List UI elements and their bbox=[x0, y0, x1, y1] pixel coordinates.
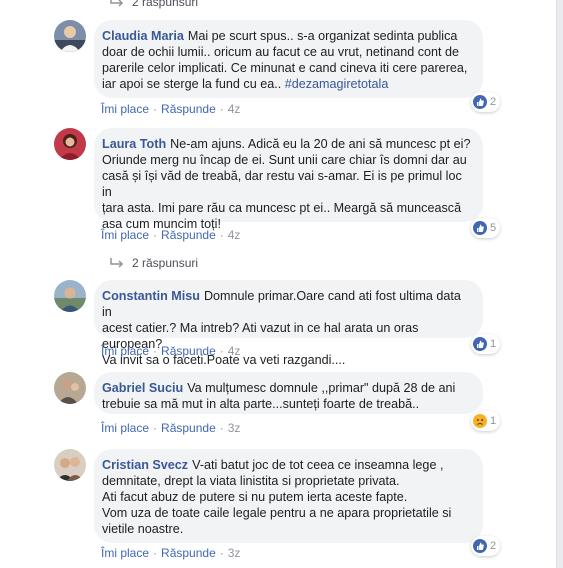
comment-timestamp[interactable]: 3z bbox=[228, 421, 241, 435]
comment-text-line: demnitate, drept la viata linistita si p… bbox=[102, 474, 400, 488]
sad-icon bbox=[473, 414, 487, 428]
like-button[interactable]: Îmi place bbox=[101, 228, 149, 242]
reply-button[interactable]: Răspunde bbox=[161, 546, 216, 560]
comment-text-line: parerile celor implicati. Ce minunat e c… bbox=[102, 61, 468, 75]
comment-text-line: Ne-am ajuns. Adică eu la 20 de ani să mu… bbox=[170, 137, 471, 151]
comment-bubble: Gabriel Suciu Va mulțumesc domnule ,,prim… bbox=[94, 372, 483, 414]
replies-label: 2 răspunsuri bbox=[132, 256, 199, 270]
reply-button[interactable]: Răspunde bbox=[161, 228, 216, 242]
comment-author[interactable]: Gabriel Suciu bbox=[102, 381, 183, 395]
comment-author[interactable]: Laura Toth bbox=[102, 137, 166, 151]
avatar[interactable] bbox=[54, 128, 86, 160]
comment-actions: Îmi place · Răspunde · 3z bbox=[101, 421, 241, 435]
reply-button[interactable]: Răspunde bbox=[161, 344, 216, 358]
hashtag-link[interactable]: #dezamagiretotala bbox=[285, 77, 389, 91]
comment-timestamp[interactable]: 4z bbox=[228, 344, 241, 358]
comment-text-line: casă și își văd de treabă, dar restu vai… bbox=[102, 169, 462, 199]
like-icon bbox=[473, 95, 487, 109]
like-button[interactable]: Îmi place bbox=[101, 102, 149, 116]
reply-arrow-icon bbox=[110, 0, 124, 7]
avatar[interactable] bbox=[54, 280, 86, 312]
reaction-count[interactable]: 1 bbox=[471, 411, 501, 431]
comment-text-line: Mai pe scurt spus.. s-a organizat sedint… bbox=[187, 29, 458, 43]
like-icon bbox=[473, 539, 487, 553]
like-icon bbox=[473, 337, 487, 351]
comment-actions: Îmi place · Răspunde · 4z bbox=[101, 228, 241, 242]
comment-author[interactable]: Constantin Misu bbox=[102, 289, 200, 303]
comment-text-line: Va mulțumesc domnule ,,primar" după 28 d… bbox=[187, 381, 456, 395]
comment-text-line: vietile noastre. bbox=[102, 522, 184, 536]
comment-author[interactable]: Claudia Maria bbox=[102, 29, 184, 43]
avatar[interactable] bbox=[54, 372, 86, 404]
page-scrollbar-edge bbox=[556, 0, 563, 568]
comment-text-line: iar apoi se sterge la fund cu ea.. bbox=[102, 77, 285, 91]
reply-arrow-icon bbox=[110, 258, 124, 268]
like-button[interactable]: Îmi place bbox=[101, 421, 149, 435]
reaction-count[interactable]: 2 bbox=[471, 92, 501, 112]
replies-label: 2 răspunsuri bbox=[132, 0, 199, 9]
like-button[interactable]: Îmi place bbox=[101, 344, 149, 358]
reply-button[interactable]: Răspunde bbox=[161, 102, 216, 116]
reaction-count[interactable]: 1 bbox=[471, 334, 501, 354]
comment-bubble: Cristian Svecz V-ati batut joc de tot cee… bbox=[94, 449, 483, 543]
comment-actions: Îmi place · Răspunde · 3z bbox=[101, 546, 241, 560]
comment-bubble: Claudia Maria Mai pe scurt spus.. s-a org… bbox=[94, 20, 483, 98]
comment-text-line: V-ati batut joc de tot ceea ce inseamna … bbox=[192, 458, 444, 472]
like-button[interactable]: Îmi place bbox=[101, 546, 149, 560]
comment-text-line: Vom uza de toate caile legale pentru a n… bbox=[102, 506, 452, 520]
comment-timestamp[interactable]: 4z bbox=[228, 228, 241, 242]
comment-timestamp[interactable]: 3z bbox=[228, 546, 241, 560]
reply-button[interactable]: Răspunde bbox=[161, 421, 216, 435]
avatar[interactable] bbox=[54, 449, 86, 481]
replies-link[interactable]: 2 răspunsuri bbox=[108, 0, 198, 9]
comment-text-line: Ati facut abuz de putere si nu putem ier… bbox=[102, 490, 408, 504]
comment-bubble: Laura Toth Ne-am ajuns. Adică eu la 20 de… bbox=[94, 128, 483, 231]
comment-author[interactable]: Cristian Svecz bbox=[102, 458, 188, 472]
comment-actions: Îmi place · Răspunde · 4z bbox=[101, 344, 241, 358]
comment-bubble: Constantin Misu Domnule primar.Oare cand … bbox=[94, 280, 483, 367]
avatar[interactable] bbox=[54, 20, 86, 52]
comment-text-line: doar de ochii lumii.. oricum au facut ce… bbox=[102, 45, 460, 59]
reaction-count[interactable]: 2 bbox=[471, 536, 501, 556]
comment-actions: Îmi place · Răspunde · 4z bbox=[101, 102, 241, 116]
comment-text-line: trebuie sa mă mut in alta parte...sunteț… bbox=[102, 397, 420, 411]
comment-text-line: țara asta. Imi pare rău ca muncesc pt ei… bbox=[102, 201, 462, 215]
comment-timestamp[interactable]: 4z bbox=[228, 102, 241, 116]
comment-text-line: Oriunde merg nu încap de ei. Sunt unii c… bbox=[102, 153, 467, 167]
reaction-count[interactable]: 5 bbox=[471, 218, 501, 238]
like-icon bbox=[473, 221, 487, 235]
replies-link[interactable]: 2 răspunsuri bbox=[108, 256, 198, 270]
